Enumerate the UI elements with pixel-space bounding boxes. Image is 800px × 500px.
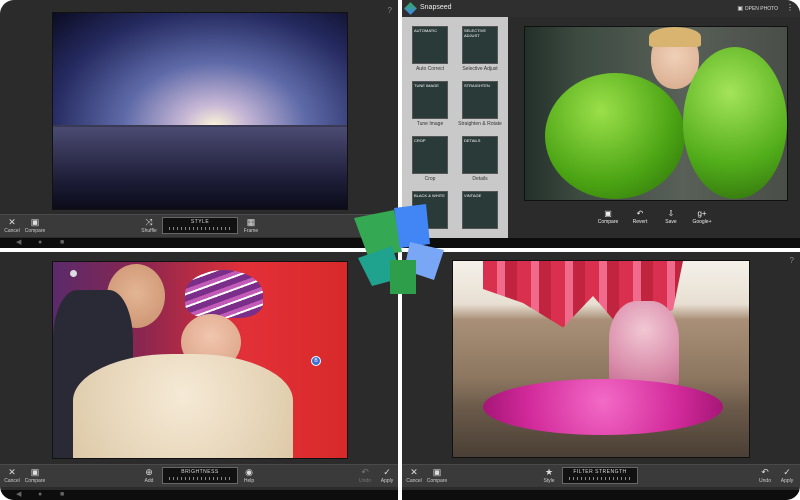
slider-track xyxy=(569,477,631,480)
image-icon: ▣ xyxy=(604,209,612,218)
google-plus-action-button[interactable]: g+ Google+ xyxy=(687,209,717,225)
tool-details[interactable]: DETAILS Details xyxy=(457,136,503,182)
system-nav-bar xyxy=(402,238,800,248)
info-icon[interactable] xyxy=(70,270,77,277)
boy-with-balloons-photo xyxy=(524,26,788,201)
couple-photo: B xyxy=(52,261,348,459)
app-name: Snapseed xyxy=(420,4,452,11)
tool-straighten-rotate[interactable]: STRAIGHTEN Straighten & Rotate xyxy=(457,81,503,127)
revert-action-button[interactable]: ↶ Revert xyxy=(625,209,655,225)
style-button[interactable]: ★ Style xyxy=(534,467,564,484)
pane-tools-screen: Snapseed ▣ OPEN PHOTO ⋮ AUTOMATIC Auto C… xyxy=(402,0,800,248)
app-bar: Snapseed ▣ OPEN PHOTO ⋮ xyxy=(402,0,800,17)
girl-with-towel-photo xyxy=(452,260,750,458)
overflow-menu-icon[interactable]: ⋮ xyxy=(786,3,794,12)
image-icon: ▣ xyxy=(30,217,40,227)
tool-selective-adjust[interactable]: SELECTIVE ADJUST Selective Adjust xyxy=(457,26,503,72)
home-icon[interactable]: ● xyxy=(38,490,42,500)
tool-thumbnail: DETAILS xyxy=(462,136,498,174)
system-nav-bar: ◀ ● ■ xyxy=(0,490,398,500)
back-icon[interactable]: ◀ xyxy=(16,490,21,500)
slider-track xyxy=(169,227,231,230)
download-icon: ⇩ xyxy=(667,209,675,218)
apply-button[interactable]: ✓ Apply xyxy=(372,467,398,484)
boy-hair xyxy=(649,27,701,47)
frame-button[interactable]: ▦ Frame xyxy=(236,217,266,234)
open-photo-button[interactable]: ▣ OPEN PHOTO xyxy=(737,5,778,12)
undo-arrow-icon: ↶ xyxy=(636,209,644,218)
image-icon: ▣ xyxy=(30,467,40,477)
filter-strength-slider[interactable]: FILTER STRENGTH xyxy=(562,467,638,484)
snapseed-logo-icon xyxy=(404,2,417,15)
style-slider[interactable]: STYLE xyxy=(162,217,238,234)
woman-hat xyxy=(185,270,263,318)
woman-sweater xyxy=(73,354,293,458)
pane-filter-editor: ? ✕ Cancel ▣ Compare ★ Style FILTER STRENGT… xyxy=(402,252,800,500)
adjust-pin[interactable]: B xyxy=(311,356,321,366)
add-button[interactable]: ⊕ Add xyxy=(134,467,164,484)
tool-tune-image[interactable]: TUNE IMAGE Tune Image xyxy=(407,81,453,127)
image-icon: ▣ xyxy=(432,467,442,477)
back-icon[interactable]: ◀ xyxy=(16,238,21,248)
add-circle-icon: ⊕ xyxy=(145,467,153,477)
save-action-button[interactable]: ⇩ Save xyxy=(656,209,686,225)
compare-button[interactable]: ▣ Compare xyxy=(20,217,50,234)
tool-thumbnail: AUTOMATIC xyxy=(412,26,448,64)
tool-thumbnail: VINTAGE xyxy=(462,191,498,229)
screenshot-collage: ? ✕ Cancel ▣ Compare ⤨ Shuffle STYLE ▦ Frame… xyxy=(0,0,800,500)
compare-button[interactable]: ▣ Compare xyxy=(422,467,452,484)
pink-towel xyxy=(483,379,723,435)
tool-thumbnail: SELECTIVE ADJUST xyxy=(462,26,498,64)
shuffle-button[interactable]: ⤨ Shuffle xyxy=(134,217,164,234)
brightness-slider[interactable]: BRIGHTNESS xyxy=(162,467,238,484)
toolbar: ✕ Cancel ▣ Compare ★ Style FILTER STRENGTH … xyxy=(402,464,800,487)
home-icon[interactable]: ● xyxy=(38,238,42,248)
compare-button[interactable]: ▣ Compare xyxy=(20,467,50,484)
tool-vintage[interactable]: VINTAGE xyxy=(457,191,503,231)
shuffle-icon: ⤨ xyxy=(145,217,153,227)
apply-button[interactable]: ✓ Apply xyxy=(772,467,800,484)
eye-icon: ◉ xyxy=(245,467,253,477)
compare-action-button[interactable]: ▣ Compare xyxy=(593,209,623,225)
logo-leaf-blue xyxy=(394,204,430,248)
snapseed-logo-icon xyxy=(354,204,444,294)
tool-auto-correct[interactable]: AUTOMATIC Auto Correct xyxy=(407,26,453,72)
check-icon: ✓ xyxy=(783,467,791,477)
google-plus-icon: g+ xyxy=(697,209,707,218)
star-icon: ★ xyxy=(544,467,554,477)
system-nav-bar: ◀ ● ■ xyxy=(0,238,398,248)
recent-apps-icon[interactable]: ■ xyxy=(60,490,64,500)
logo-leaf-darkgreen xyxy=(390,260,416,294)
logo-leaf-green xyxy=(354,210,402,256)
help-icon[interactable]: ? xyxy=(388,6,392,15)
tool-thumbnail: CROP xyxy=(412,136,448,174)
sunset-beach-photo xyxy=(52,12,348,210)
slider-track xyxy=(169,477,231,480)
tool-thumbnail: TUNE IMAGE xyxy=(412,81,448,119)
check-icon: ✓ xyxy=(383,467,391,477)
toolbar: ✕ Cancel ▣ Compare ⤨ Shuffle STYLE ▦ Frame xyxy=(0,214,398,237)
tool-thumbnail: STRAIGHTEN xyxy=(462,81,498,119)
frame-icon: ▦ xyxy=(246,217,256,227)
system-nav-bar xyxy=(402,490,800,500)
photo-icon: ▣ xyxy=(737,6,745,12)
tool-crop[interactable]: CROP Crop xyxy=(407,136,453,182)
green-balloon-left xyxy=(545,73,685,199)
recent-apps-icon[interactable]: ■ xyxy=(60,238,64,248)
pane-style-editor: ? ✕ Cancel ▣ Compare ⤨ Shuffle STYLE ▦ Frame… xyxy=(0,0,398,248)
green-balloon-right xyxy=(683,47,787,199)
toolbar: ✕ Cancel ▣ Compare ⊕ Add BRIGHTNESS ◉ Help ↶… xyxy=(0,464,398,487)
help-icon[interactable]: ? xyxy=(790,256,794,265)
pane-brightness-editor: B ✕ Cancel ▣ Compare ⊕ Add BRIGHTNESS ◉ Help… xyxy=(0,252,398,500)
water-reflection xyxy=(53,127,347,209)
help-button[interactable]: ◉ Help xyxy=(234,467,264,484)
